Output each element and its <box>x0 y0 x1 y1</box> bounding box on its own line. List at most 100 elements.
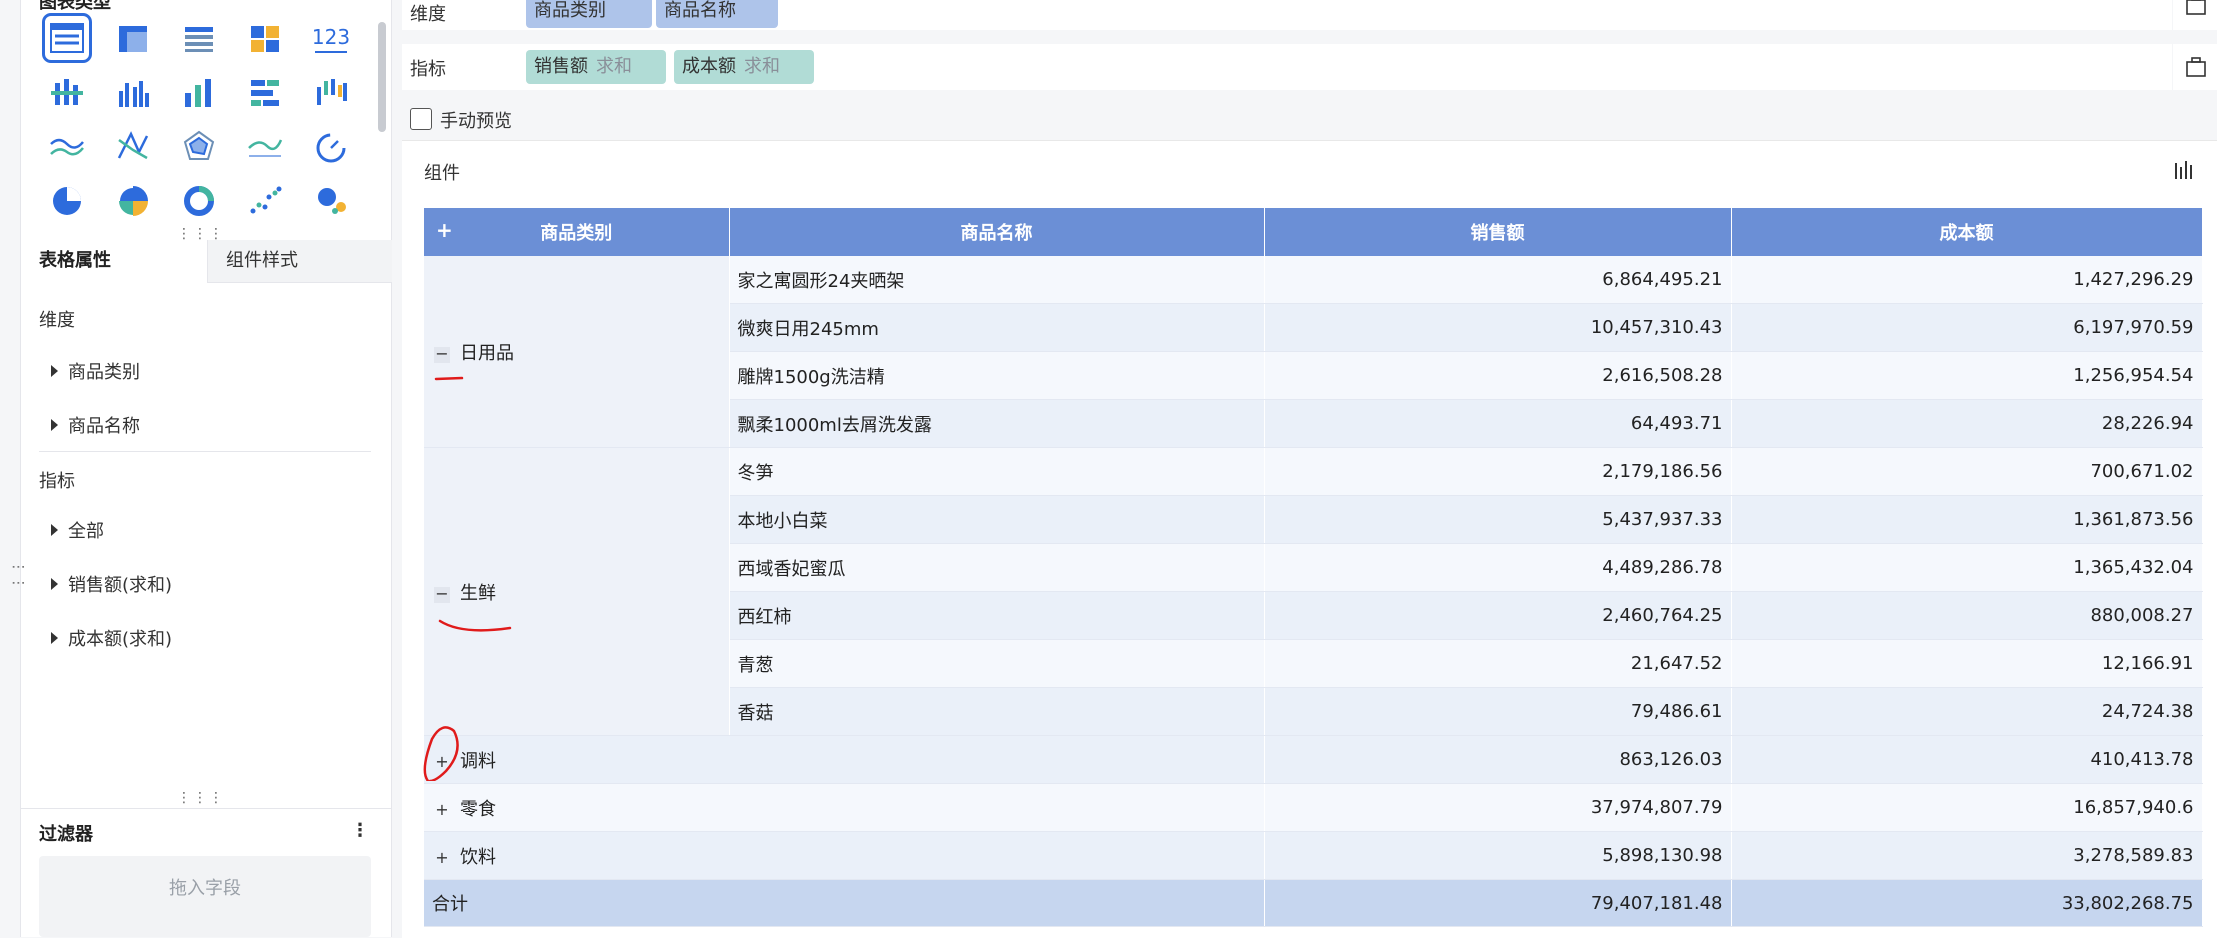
caret-right-icon <box>51 419 58 431</box>
table-row: − 日用品 家之寓圆形24夹晒架 6,864,495.21 1,427,296.2… <box>424 256 2203 448</box>
range-column-icon[interactable] <box>311 73 351 113</box>
tree-item-sales-sum[interactable]: 销售额(求和) <box>51 571 172 597</box>
column-chart-icon[interactable] <box>179 73 219 113</box>
tree-item-label: 商品类别 <box>68 362 140 383</box>
block-table-icon[interactable] <box>245 18 285 58</box>
sales-cell: 2,616,508.28 <box>1264 351 1732 400</box>
gauge-icon[interactable] <box>311 126 351 166</box>
tab-table-properties[interactable]: 表格属性 <box>21 240 207 282</box>
briefcase-icon <box>2186 0 2206 15</box>
expand-all-icon[interactable]: + <box>436 218 453 242</box>
briefcase-icon <box>2186 57 2206 77</box>
property-tabs: 表格属性 组件样式 <box>21 240 392 283</box>
sales-cell: 2,460,764.25 <box>1264 591 1732 640</box>
dimension-field-pill[interactable]: 商品名称 <box>656 0 778 28</box>
table-icon[interactable] <box>42 13 92 63</box>
cost-cell: 1,256,954.54 <box>1731 351 2203 400</box>
chart-settings-icon[interactable] <box>2172 159 2196 187</box>
sales-cell: 64,493.71 <box>1264 399 1732 448</box>
dimension-section-label: 维度 <box>39 310 75 331</box>
cost-cell: 6,197,970.59 <box>1731 303 2203 352</box>
product-name-cell: 飘柔1000ml去屑洗发露 <box>729 399 1265 448</box>
expand-icon[interactable]: + <box>434 753 450 771</box>
section-divider <box>39 451 371 452</box>
tree-item-all[interactable]: 全部 <box>51 517 104 543</box>
pill-label: 成本额 <box>682 56 736 77</box>
product-name-cell: 香菇 <box>729 687 1265 736</box>
line-chart-icon[interactable] <box>47 126 87 166</box>
metric-field-pill[interactable]: 成本额 求和 <box>674 50 814 84</box>
tree-item-product-name[interactable]: 商品名称 <box>51 412 140 438</box>
left-panel: 图表类型 123 ⋮⋮⋮ 表格属性 组件样式 维度 商品类别 商品名称 指标 全… <box>20 0 392 937</box>
group-cell: + 调料 <box>424 735 1265 784</box>
data-table: + 商品类别 商品名称 销售额 成本额 − 日用品 家之寓圆形24夹晒架 6,86… <box>424 208 2203 927</box>
group-label: 生鲜 <box>460 582 496 604</box>
tree-item-label: 商品名称 <box>68 416 140 437</box>
tree-item-label: 全部 <box>68 521 104 542</box>
manual-preview-checkbox[interactable] <box>410 108 432 130</box>
filter-drop-zone[interactable]: 拖入字段 <box>39 856 371 937</box>
tree-item-cost-sum[interactable]: 成本额(求和) <box>51 625 172 651</box>
table-row: + 调料 863,126.03 410,413.78 <box>424 735 2203 784</box>
collapse-icon[interactable]: − <box>434 585 450 603</box>
expand-icon[interactable]: + <box>434 849 450 867</box>
group-cell: − 生鲜 <box>424 447 730 736</box>
pill-aggregation: 求和 <box>744 56 780 77</box>
tree-item-label: 销售额(求和) <box>68 575 173 596</box>
pill-aggregation: 求和 <box>596 56 632 77</box>
left-resize-handle[interactable]: ⋮⋮ <box>10 560 26 592</box>
detail-table-icon[interactable] <box>179 18 219 58</box>
radar-chart-icon[interactable] <box>179 126 219 166</box>
dimension-row-action[interactable] <box>2173 0 2217 30</box>
header-product-name[interactable]: 商品名称 <box>729 208 1265 256</box>
chart-grid-scrollbar[interactable] <box>378 22 386 132</box>
group-label: 日用品 <box>460 342 514 364</box>
kpi-number-icon[interactable]: 123 <box>311 18 351 58</box>
tab-component-style[interactable]: 组件样式 <box>207 240 392 283</box>
panel-resize-handle-bottom[interactable]: ⋮⋮⋮ <box>177 790 225 806</box>
sales-cell: 2,179,186.56 <box>1264 447 1732 496</box>
tree-item-category[interactable]: 商品类别 <box>51 358 140 384</box>
area-line-icon[interactable] <box>245 126 285 166</box>
manual-preview-label: 手动预览 <box>440 111 512 132</box>
tab-component-style-label: 组件样式 <box>226 250 298 271</box>
caret-right-icon <box>51 524 58 536</box>
metric-row-action[interactable] <box>2173 44 2217 90</box>
product-name-cell: 微爽日用245mm <box>729 303 1265 352</box>
scatter-plot-icon[interactable] <box>245 181 285 221</box>
chart-type-grid: 123 <box>21 0 371 230</box>
grouped-column-icon[interactable] <box>113 73 153 113</box>
metric-field-row: 指标 销售额 求和 成本额 求和 <box>402 44 2172 90</box>
header-cost[interactable]: 成本额 <box>1731 208 2203 256</box>
cost-cell: 700,671.02 <box>1731 447 2203 496</box>
header-label: 销售额 <box>1470 223 1525 244</box>
group-label: 调料 <box>460 750 496 772</box>
header-category[interactable]: + 商品类别 <box>424 208 730 256</box>
svg-text:123: 123 <box>312 25 350 49</box>
group-label: 饮料 <box>460 846 496 868</box>
filter-divider <box>21 808 391 809</box>
horizontal-bar-icon[interactable] <box>245 73 285 113</box>
dimension-field-row: 维度 商品类别 商品名称 <box>402 0 2172 30</box>
cost-cell: 1,365,432.04 <box>1731 543 2203 592</box>
pill-label: 销售额 <box>534 56 588 77</box>
sales-cell: 863,126.03 <box>1264 735 1732 784</box>
donut-chart-icon[interactable] <box>179 181 219 221</box>
more-options-icon[interactable]: ⋮ <box>351 820 369 841</box>
header-label: 商品名称 <box>960 223 1033 244</box>
cost-cell: 1,361,873.56 <box>1731 495 2203 544</box>
radar-line-icon[interactable] <box>113 126 153 166</box>
cost-cell: 410,413.78 <box>1731 735 2203 784</box>
collapse-icon[interactable]: − <box>434 345 450 363</box>
metric-field-pill[interactable]: 销售额 求和 <box>526 50 666 84</box>
dimension-field-pill[interactable]: 商品类别 <box>526 0 652 28</box>
bubble-chart-icon[interactable] <box>311 181 351 221</box>
product-name-cell: 家之寓圆形24夹晒架 <box>729 256 1265 304</box>
rose-pie-icon[interactable] <box>113 181 153 221</box>
expand-icon[interactable]: + <box>434 801 450 819</box>
pie-chart-icon[interactable] <box>47 181 87 221</box>
cross-table-icon[interactable] <box>113 18 153 58</box>
stacked-bar-icon[interactable] <box>47 73 87 113</box>
header-label: 成本额 <box>1939 223 1994 244</box>
header-sales[interactable]: 销售额 <box>1264 208 1732 256</box>
